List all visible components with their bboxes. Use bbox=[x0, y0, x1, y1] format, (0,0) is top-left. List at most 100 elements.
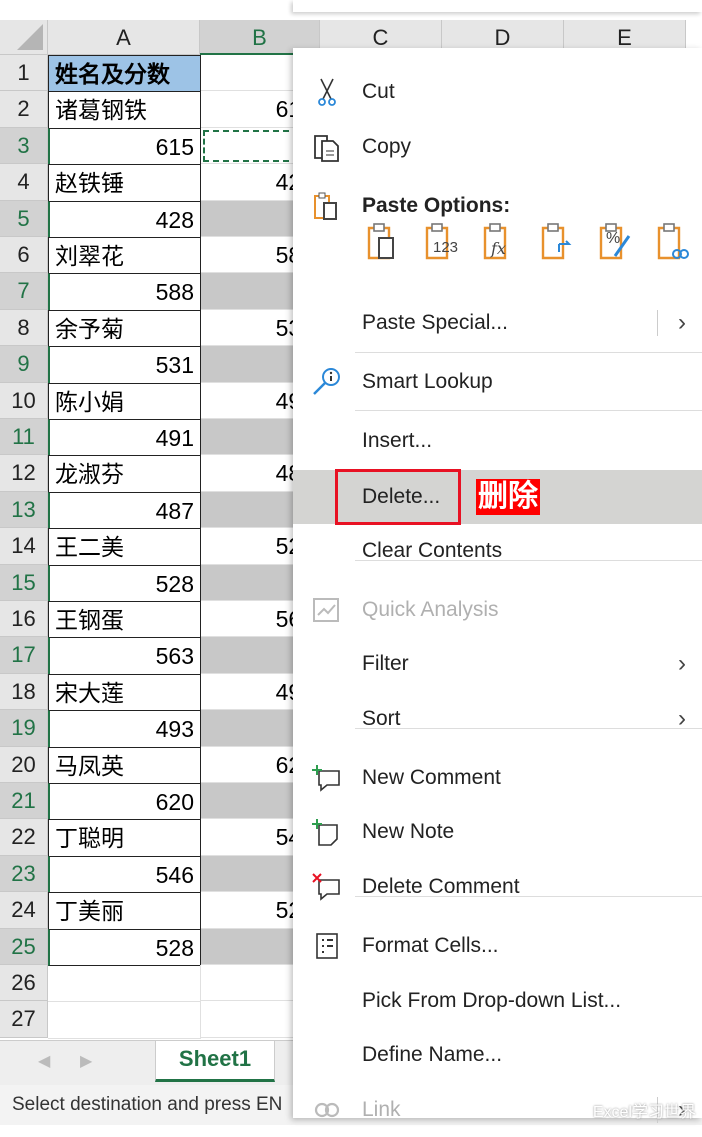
cell-A12[interactable]: 龙淑芬 bbox=[48, 455, 201, 493]
column-header-A[interactable]: A bbox=[48, 20, 200, 55]
row-header-24[interactable]: 24 bbox=[0, 892, 48, 929]
cell-A14[interactable]: 王二美 bbox=[48, 528, 201, 566]
menu-item-paste-special[interactable]: Paste Special... › bbox=[293, 296, 702, 350]
row-header-13[interactable]: 13 bbox=[0, 491, 48, 529]
menu-item-delete[interactable]: Delete... 删除 bbox=[293, 469, 702, 525]
submenu-divider bbox=[657, 310, 658, 336]
menu-item-clear-contents[interactable]: Clear Contents bbox=[293, 524, 702, 578]
row-header-21[interactable]: 21 bbox=[0, 783, 48, 820]
cell-A15[interactable]: 528 bbox=[48, 564, 201, 602]
paste-transpose-icon[interactable] bbox=[539, 222, 575, 262]
row-header-18[interactable]: 18 bbox=[0, 673, 48, 711]
paste-icon-text: 123 bbox=[433, 239, 459, 256]
cell-A10[interactable]: 陈小娟 bbox=[48, 382, 201, 420]
cell-A5[interactable]: 428 bbox=[48, 200, 201, 238]
row-header-11[interactable]: 11 bbox=[0, 419, 48, 456]
sheet-tab-sheet1[interactable]: Sheet1 bbox=[155, 1041, 275, 1082]
paste-link-icon[interactable] bbox=[655, 222, 691, 262]
cell-A9[interactable]: 531 bbox=[48, 346, 201, 384]
scroll-tabs-right-icon[interactable]: ▶ bbox=[80, 1051, 92, 1071]
menu-item-cut[interactable]: Cut bbox=[293, 65, 702, 119]
cell-A11[interactable]: 491 bbox=[48, 419, 201, 457]
menu-item-label: Cut bbox=[362, 80, 395, 103]
menu-item-label: New Comment bbox=[362, 766, 501, 789]
cell-A26[interactable] bbox=[48, 965, 201, 1003]
cell-A25[interactable]: 528 bbox=[48, 928, 201, 966]
row-header-23[interactable]: 23 bbox=[0, 855, 48, 893]
cell-A16[interactable]: 王钢蛋 bbox=[48, 601, 201, 639]
row-header-25[interactable]: 25 bbox=[0, 928, 48, 965]
menu-item-format-cells[interactable]: Format Cells... bbox=[293, 919, 702, 973]
row-header-5[interactable]: 5 bbox=[0, 200, 48, 237]
cell-A8[interactable]: 余予菊 bbox=[48, 309, 201, 348]
menu-item-label: Filter bbox=[362, 652, 409, 675]
menu-item-pick-from-drop-down-list[interactable]: Pick From Drop-down List... bbox=[293, 974, 702, 1028]
row-header-26[interactable]: 26 bbox=[0, 965, 48, 1002]
menu-item-quick-analysis[interactable]: Quick Analysis bbox=[293, 583, 702, 637]
row-header-19[interactable]: 19 bbox=[0, 710, 48, 747]
paste-icon[interactable] bbox=[365, 222, 401, 262]
cell-A3[interactable]: 615 bbox=[48, 127, 201, 166]
menu-item-label: Link bbox=[362, 1098, 401, 1121]
chevron-right-icon: › bbox=[678, 705, 686, 732]
row-header-20[interactable]: 20 bbox=[0, 746, 48, 783]
row-header-10[interactable]: 10 bbox=[0, 382, 48, 419]
menu-item-filter[interactable]: Filter › bbox=[293, 637, 702, 691]
select-all-corner[interactable] bbox=[0, 20, 48, 55]
cell-A23[interactable]: 546 bbox=[48, 855, 201, 894]
cell-A7[interactable]: 588 bbox=[48, 273, 201, 311]
row-header-2[interactable]: 2 bbox=[0, 91, 48, 128]
paste-formatting-icon[interactable]: % bbox=[597, 222, 633, 262]
row-header-7[interactable]: 7 bbox=[0, 273, 48, 310]
cell-A17[interactable]: 563 bbox=[48, 637, 201, 675]
highlight-box bbox=[335, 469, 461, 525]
menu-item-sort[interactable]: Sort › bbox=[293, 692, 702, 746]
cell-A20[interactable]: 马凤英 bbox=[48, 746, 201, 784]
menu-item-label: Smart Lookup bbox=[362, 370, 493, 393]
row-header-12[interactable]: 12 bbox=[0, 455, 48, 492]
chevron-right-icon: › bbox=[678, 650, 686, 677]
cell-A6[interactable]: 刘翠花 bbox=[48, 237, 201, 275]
menu-item-label: Quick Analysis bbox=[362, 598, 499, 621]
cell-A4[interactable]: 赵铁锤 bbox=[48, 164, 201, 202]
row-header-27[interactable]: 27 bbox=[0, 1001, 48, 1038]
menu-separator bbox=[355, 410, 702, 411]
cell-A27[interactable] bbox=[48, 1001, 201, 1039]
cell-A18[interactable]: 宋大莲 bbox=[48, 673, 201, 712]
menu-item-smart-lookup[interactable]: Smart Lookup bbox=[293, 355, 702, 409]
row-header-17[interactable]: 17 bbox=[0, 637, 48, 674]
row-header-1[interactable]: 1 bbox=[0, 55, 48, 92]
cell-A24[interactable]: 丁美丽 bbox=[48, 892, 201, 930]
context-menu: Cut Copy Paste Options: Paste Special... › Sm… bbox=[293, 48, 702, 1123]
cell-A21[interactable]: 620 bbox=[48, 783, 201, 821]
row-header-8[interactable]: 8 bbox=[0, 309, 48, 347]
row-header-4[interactable]: 4 bbox=[0, 164, 48, 201]
scroll-tabs-left-icon[interactable]: ◀ bbox=[38, 1051, 50, 1071]
row-header-16[interactable]: 16 bbox=[0, 601, 48, 638]
cell-A13[interactable]: 487 bbox=[48, 491, 201, 530]
row-header-15[interactable]: 15 bbox=[0, 564, 48, 601]
row-header-9[interactable]: 9 bbox=[0, 346, 48, 383]
paste-formulas-icon[interactable]: fx bbox=[481, 222, 517, 262]
menu-item-label: Clear Contents bbox=[362, 539, 503, 562]
row-header-6[interactable]: 6 bbox=[0, 237, 48, 274]
link-icon bbox=[311, 1095, 343, 1125]
menu-separator bbox=[355, 560, 702, 561]
cell-A22[interactable]: 丁聪明 bbox=[48, 819, 201, 857]
menu-separator bbox=[355, 896, 702, 897]
menu-item-delete-comment[interactable]: Delete Comment bbox=[293, 860, 702, 914]
row-header-3[interactable]: 3 bbox=[0, 127, 48, 165]
row-header-14[interactable]: 14 bbox=[0, 528, 48, 565]
menu-item-define-name[interactable]: Define Name... bbox=[293, 1028, 702, 1082]
chevron-right-icon: › bbox=[678, 309, 686, 336]
cell-A2[interactable]: 诸葛钢铁 bbox=[48, 91, 201, 129]
menu-item-new-comment[interactable]: New Comment bbox=[293, 751, 702, 805]
menu-item-insert[interactable]: Insert... bbox=[293, 414, 702, 468]
cell-A19[interactable]: 493 bbox=[48, 710, 201, 748]
paste-values-icon[interactable]: 123 bbox=[423, 222, 459, 262]
cell-A1[interactable]: 姓名及分数 bbox=[48, 55, 201, 93]
new-note-icon bbox=[311, 817, 343, 847]
menu-item-copy[interactable]: Copy bbox=[293, 120, 702, 174]
menu-item-new-note[interactable]: New Note bbox=[293, 805, 702, 859]
row-header-22[interactable]: 22 bbox=[0, 819, 48, 856]
